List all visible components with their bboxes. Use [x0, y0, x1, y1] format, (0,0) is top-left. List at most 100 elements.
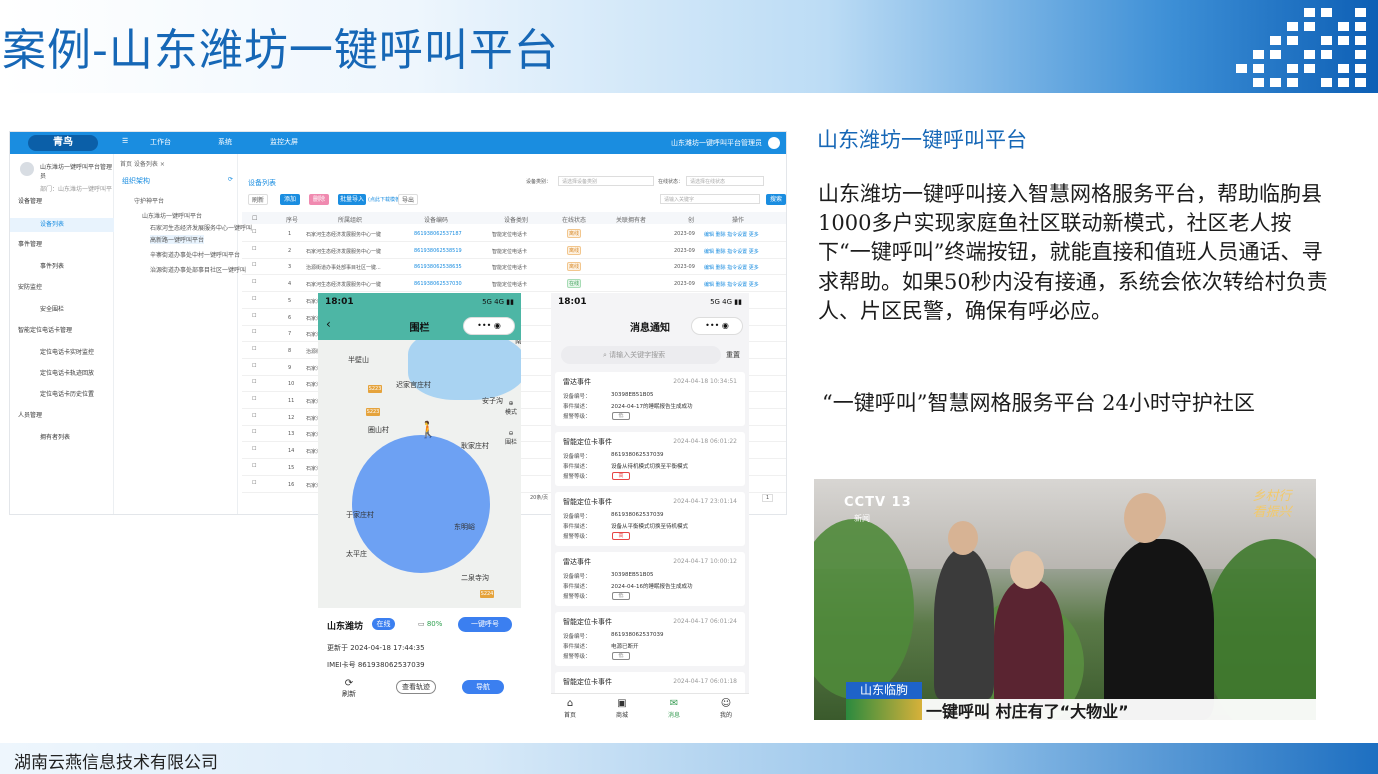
row-checkbox[interactable]: ☐	[252, 446, 256, 452]
one-key-call-button[interactable]: 一键呼号	[458, 617, 512, 632]
admin-avatar[interactable]	[768, 137, 780, 149]
sidebar-item[interactable]: 安全围栏	[40, 304, 64, 313]
sidebar-item[interactable]: 定位电话卡实时监控	[40, 347, 94, 356]
row-code[interactable]: 861938062537030	[414, 281, 462, 287]
message-card[interactable]: 雷达事件 2024-04-17 10:00:12 设备编号： 30398EB51B05…	[555, 552, 745, 606]
sidebar-item[interactable]: 事件列表	[40, 261, 64, 270]
filter-type-select[interactable]: 请选择设备类别	[558, 176, 654, 186]
sidebar-item[interactable]: 定位电话卡历史位置	[40, 389, 94, 398]
fence-tool[interactable]: ⊖ 围栏	[505, 430, 517, 446]
org-tree-title: 组织架构	[122, 177, 150, 185]
page-size-select[interactable]: 20条/页	[530, 494, 548, 501]
decor-square	[1270, 78, 1281, 87]
row-actions[interactable]: 编辑 删除 指令设置 更多	[704, 281, 759, 288]
decor-square	[1270, 36, 1281, 45]
location-tag: 山东临朐	[846, 682, 922, 699]
device-panel: 山东潍坊 在线 ▭ 80% 一键呼号 更新于 2024-04-18 17:44:…	[318, 608, 521, 725]
row-actions[interactable]: 编辑 删除 指令设置 更多	[704, 248, 759, 255]
page-number-input[interactable]: 1	[762, 494, 774, 502]
message-card[interactable]: 智能定位卡事件 2024-04-17 23:01:14 设备编号： 861938062…	[555, 492, 745, 546]
decor-square	[1338, 78, 1349, 87]
row-checkbox[interactable]: ☐	[252, 229, 256, 235]
row-no: 9	[288, 364, 292, 371]
message-search-input[interactable]: ⌕ 请输入关键字搜索	[561, 346, 721, 364]
row-checkbox[interactable]: ☐	[252, 246, 256, 252]
org-tree-node[interactable]: 守护神平台	[134, 196, 164, 205]
refresh-icon[interactable]: ⟳	[228, 176, 233, 183]
row-code[interactable]: 861938062537187	[414, 231, 462, 237]
status-bar: 18:01 5G 4G ▮▮	[318, 293, 521, 313]
menu-capsule[interactable]: ••• ◉	[691, 317, 743, 335]
search-button[interactable]: 搜索	[766, 194, 786, 205]
reset-button[interactable]: 重置	[726, 350, 740, 360]
row-date: 2023-09	[674, 264, 695, 271]
export-button[interactable]: 导出	[398, 194, 418, 205]
row-checkbox[interactable]: ☐	[252, 296, 256, 302]
table-row[interactable]: ☐ 4 石家河生态经济发展服务中心一键 861938062537030 智能定位电话卡 在…	[242, 276, 786, 293]
col-code: 设备编码	[424, 217, 449, 224]
sidebar-item[interactable]: 智能定位电话卡管理	[18, 325, 72, 334]
message-card[interactable]: 智能定位卡事件 2024-04-17 06:01:24 设备编号： 861938062…	[555, 612, 745, 666]
org-tree-node[interactable]: 山东潍坊一键呼叫平台	[142, 211, 202, 220]
row-checkbox[interactable]: ☐	[252, 346, 256, 352]
fence-map[interactable]: 🚶 半壁山 迟家官庄村 安子沟 圈山村 耿家庄村 于家庄村 东明峪 太平庄 二泉…	[318, 340, 521, 608]
tab-mall[interactable]: ▣ 商城	[607, 698, 637, 719]
row-actions[interactable]: 编辑 删除 指令设置 更多	[704, 264, 759, 271]
refresh-action[interactable]: ⟳ 刷新	[342, 678, 356, 699]
select-all-checkbox[interactable]: ☐	[252, 215, 257, 222]
menu-toggle-icon[interactable]: ☰	[122, 137, 128, 145]
org-tree-node[interactable]: 治源街道办事处部事目社区一键呼叫	[150, 265, 246, 274]
tab-messages[interactable]: ✉ 消息	[659, 698, 689, 719]
nav-monitor-screen[interactable]: 监控大屏	[270, 137, 298, 147]
row-checkbox[interactable]: ☐	[252, 413, 256, 419]
template-link[interactable]: (点此下载模板)	[368, 196, 402, 203]
view-track-button[interactable]: 查看轨迹	[396, 680, 436, 694]
table-row[interactable]: ☐ 3 治源街道办事处部事目社区一键... 861938062538635 智能定位电话…	[242, 259, 786, 276]
person-marker-icon[interactable]: 🚶	[418, 420, 438, 439]
org-tree-node[interactable]: 石家河生态经济发展服务中心一键呼叫	[150, 223, 252, 232]
page-tabs[interactable]: 首页 设备列表 ×	[120, 159, 165, 168]
refresh-button[interactable]: 刷新	[248, 194, 268, 205]
row-checkbox[interactable]: ☐	[252, 396, 256, 402]
person-head	[1124, 493, 1166, 543]
sidebar-item[interactable]: 拥有者列表	[40, 432, 70, 441]
sidebar-item[interactable]: 事件管理	[18, 239, 42, 248]
admin-username[interactable]: 山东潍坊一键呼叫平台管理员	[671, 138, 762, 148]
tab-mine[interactable]: ☺ 我的	[711, 698, 741, 719]
filter-status-select[interactable]: 请选择在线状态	[686, 176, 764, 186]
card-label: 报警等级：	[563, 414, 591, 420]
import-button[interactable]: 批量导入	[338, 194, 366, 205]
table-row[interactable]: ☐ 2 石家河生态经济发展服务中心一键 861938062538519 智能定位电话卡 离…	[242, 243, 786, 259]
menu-capsule[interactable]: ••• ◉	[463, 317, 515, 335]
message-card[interactable]: 雷达事件 2024-04-18 10:34:51 设备编号： 30398EB51B05…	[555, 372, 745, 426]
sidebar-item[interactable]: 定位电话卡轨迹回放	[40, 368, 94, 377]
org-tree-node[interactable]: 高新路一键呼叫平台	[150, 235, 205, 244]
tab-home[interactable]: ⌂ 首页	[555, 698, 585, 719]
navigate-button[interactable]: 导航	[462, 680, 504, 694]
org-tree-node[interactable]: 辛寨街道办事处中村一键呼叫平台	[150, 250, 240, 259]
row-checkbox[interactable]: ☐	[252, 463, 256, 469]
row-code[interactable]: 861938062538519	[414, 248, 462, 254]
mode-tool[interactable]: ⊕ 模式	[505, 400, 517, 416]
row-checkbox[interactable]: ☐	[252, 279, 256, 285]
delete-button[interactable]: 删除	[309, 194, 329, 205]
sidebar-item[interactable]: 人员管理	[18, 410, 42, 419]
row-checkbox[interactable]: ☐	[252, 480, 256, 486]
row-checkbox[interactable]: ☐	[252, 329, 256, 335]
sidebar-item[interactable]: 设备列表	[10, 218, 114, 232]
add-button[interactable]: 添加	[280, 194, 300, 205]
row-checkbox[interactable]: ☐	[252, 429, 256, 435]
sidebar-item[interactable]: 安防监控	[18, 282, 42, 291]
sidebar-item[interactable]: 设备管理	[18, 196, 42, 205]
row-checkbox[interactable]: ☐	[252, 363, 256, 369]
row-checkbox[interactable]: ☐	[252, 262, 256, 268]
message-card[interactable]: 智能定位卡事件 2024-04-18 06:01:22 设备编号： 861938062…	[555, 432, 745, 486]
row-checkbox[interactable]: ☐	[252, 313, 256, 319]
row-actions[interactable]: 编辑 删除 指令设置 更多	[704, 231, 759, 238]
search-input[interactable]: 请输入关键字	[660, 194, 760, 204]
nav-system[interactable]: 系统	[218, 137, 232, 147]
table-row[interactable]: ☐ 1 石家河生态经济发展服务中心一键 861938062537187 智能定位电话卡 离…	[242, 226, 786, 242]
row-checkbox[interactable]: ☐	[252, 379, 256, 385]
nav-workbench[interactable]: 工作台	[150, 137, 171, 147]
row-code[interactable]: 861938062538635	[414, 264, 462, 270]
